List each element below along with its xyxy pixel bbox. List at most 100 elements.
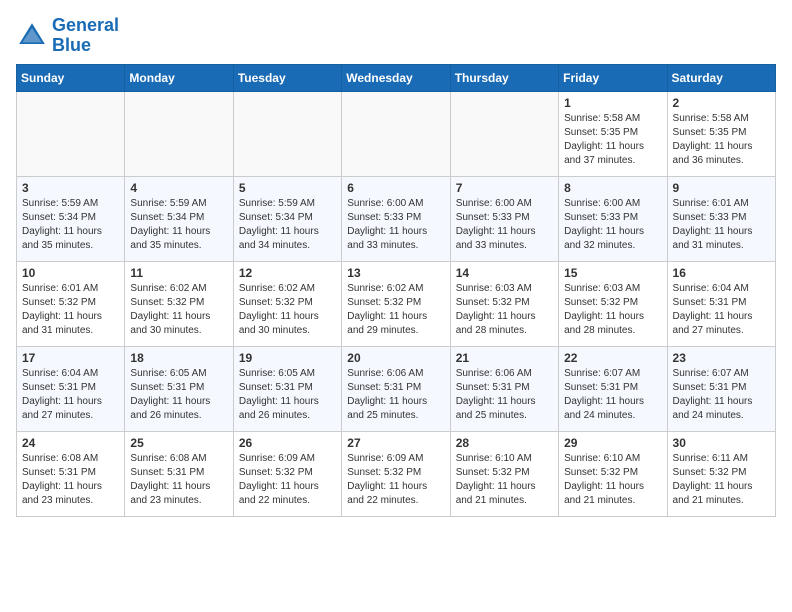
calendar-cell: 16 Sunrise: 6:04 AM Sunset: 5:31 PM Dayli… <box>667 261 775 346</box>
weekday-header: Saturday <box>667 64 775 91</box>
calendar-cell: 1 Sunrise: 5:58 AM Sunset: 5:35 PM Daylig… <box>559 91 667 176</box>
day-number: 6 <box>347 181 444 195</box>
day-number: 28 <box>456 436 553 450</box>
day-number: 26 <box>239 436 336 450</box>
day-info: Sunrise: 5:59 AM Sunset: 5:34 PM Dayligh… <box>239 197 336 253</box>
calendar-cell: 12Sunrise: 6:02 AM Sunset: 5:32 PM Dayli… <box>233 261 341 346</box>
day-info: Sunrise: 6:02 AM Sunset: 5:32 PM Dayligh… <box>130 282 227 338</box>
day-info: Sunrise: 5:59 AM Sunset: 5:34 PM Dayligh… <box>130 197 227 253</box>
day-info: Sunrise: 6:07 AM Sunset: 5:31 PM Dayligh… <box>564 367 661 423</box>
day-number: 27 <box>347 436 444 450</box>
day-number: 14 <box>456 266 553 280</box>
day-info: Sunrise: 6:10 AM Sunset: 5:32 PM Dayligh… <box>564 452 661 508</box>
calendar-cell: 19 Sunrise: 6:05 AM Sunset: 5:31 PM Dayli… <box>233 346 341 431</box>
day-number: 23 <box>673 351 770 365</box>
day-number: 22 <box>564 351 661 365</box>
day-number: 16 <box>673 266 770 280</box>
calendar-cell: 27 Sunrise: 6:09 AM Sunset: 5:32 PM Dayli… <box>342 431 450 516</box>
calendar-cell: 3 Sunrise: 5:59 AM Sunset: 5:34 PM Daylig… <box>17 176 125 261</box>
day-number: 1 <box>564 96 661 110</box>
calendar-cell <box>233 91 341 176</box>
day-number: 2 <box>673 96 770 110</box>
day-info: Sunrise: 6:04 AM Sunset: 5:31 PM Dayligh… <box>22 367 119 423</box>
day-info: Sunrise: 6:02 AM Sunset: 5:32 PM Dayligh… <box>347 282 444 338</box>
day-number: 17 <box>22 351 119 365</box>
day-number: 3 <box>22 181 119 195</box>
calendar-cell <box>125 91 233 176</box>
day-number: 4 <box>130 181 227 195</box>
day-info: Sunrise: 6:00 AM Sunset: 5:33 PM Dayligh… <box>564 197 661 253</box>
day-info: Sunrise: 6:01 AM Sunset: 5:32 PM Dayligh… <box>22 282 119 338</box>
day-number: 25 <box>130 436 227 450</box>
logo: General Blue <box>16 16 119 56</box>
day-info: Sunrise: 6:06 AM Sunset: 5:31 PM Dayligh… <box>456 367 553 423</box>
day-info: Sunrise: 6:11 AM Sunset: 5:32 PM Dayligh… <box>673 452 770 508</box>
logo-icon <box>16 20 48 52</box>
day-info: Sunrise: 6:00 AM Sunset: 5:33 PM Dayligh… <box>456 197 553 253</box>
day-number: 18 <box>130 351 227 365</box>
day-number: 13 <box>347 266 444 280</box>
calendar-table: SundayMondayTuesdayWednesdayThursdayFrid… <box>16 64 776 517</box>
day-info: Sunrise: 6:04 AM Sunset: 5:31 PM Dayligh… <box>673 282 770 338</box>
calendar-cell: 8 Sunrise: 6:00 AM Sunset: 5:33 PM Daylig… <box>559 176 667 261</box>
calendar-cell: 14 Sunrise: 6:03 AM Sunset: 5:32 PM Dayli… <box>450 261 558 346</box>
day-info: Sunrise: 5:58 AM Sunset: 5:35 PM Dayligh… <box>673 112 770 168</box>
day-info: Sunrise: 6:05 AM Sunset: 5:31 PM Dayligh… <box>239 367 336 423</box>
day-number: 9 <box>673 181 770 195</box>
day-info: Sunrise: 6:03 AM Sunset: 5:32 PM Dayligh… <box>564 282 661 338</box>
day-number: 7 <box>456 181 553 195</box>
calendar-cell: 23 Sunrise: 6:07 AM Sunset: 5:31 PM Dayli… <box>667 346 775 431</box>
day-info: Sunrise: 6:00 AM Sunset: 5:33 PM Dayligh… <box>347 197 444 253</box>
day-info: Sunrise: 6:10 AM Sunset: 5:32 PM Dayligh… <box>456 452 553 508</box>
day-info: Sunrise: 6:09 AM Sunset: 5:32 PM Dayligh… <box>347 452 444 508</box>
weekday-header: Friday <box>559 64 667 91</box>
day-number: 8 <box>564 181 661 195</box>
calendar-cell: 6 Sunrise: 6:00 AM Sunset: 5:33 PM Daylig… <box>342 176 450 261</box>
calendar-cell: 21 Sunrise: 6:06 AM Sunset: 5:31 PM Dayli… <box>450 346 558 431</box>
calendar-cell: 24Sunrise: 6:08 AM Sunset: 5:31 PM Dayli… <box>17 431 125 516</box>
day-number: 20 <box>347 351 444 365</box>
calendar-cell: 4 Sunrise: 5:59 AM Sunset: 5:34 PM Daylig… <box>125 176 233 261</box>
day-info: Sunrise: 6:08 AM Sunset: 5:31 PM Dayligh… <box>130 452 227 508</box>
calendar-cell <box>342 91 450 176</box>
day-info: Sunrise: 6:01 AM Sunset: 5:33 PM Dayligh… <box>673 197 770 253</box>
calendar-cell: 28 Sunrise: 6:10 AM Sunset: 5:32 PM Dayli… <box>450 431 558 516</box>
day-number: 11 <box>130 266 227 280</box>
calendar-cell: 7 Sunrise: 6:00 AM Sunset: 5:33 PM Daylig… <box>450 176 558 261</box>
weekday-header: Tuesday <box>233 64 341 91</box>
day-number: 19 <box>239 351 336 365</box>
day-number: 21 <box>456 351 553 365</box>
page-header: General Blue <box>16 16 776 56</box>
day-number: 12 <box>239 266 336 280</box>
weekday-header: Monday <box>125 64 233 91</box>
calendar-header-row: SundayMondayTuesdayWednesdayThursdayFrid… <box>17 64 776 91</box>
calendar-cell: 30 Sunrise: 6:11 AM Sunset: 5:32 PM Dayli… <box>667 431 775 516</box>
calendar-cell: 17 Sunrise: 6:04 AM Sunset: 5:31 PM Dayli… <box>17 346 125 431</box>
calendar-cell: 18Sunrise: 6:05 AM Sunset: 5:31 PM Dayli… <box>125 346 233 431</box>
day-info: Sunrise: 5:58 AM Sunset: 5:35 PM Dayligh… <box>564 112 661 168</box>
calendar-cell: 29 Sunrise: 6:10 AM Sunset: 5:32 PM Dayli… <box>559 431 667 516</box>
calendar-cell <box>450 91 558 176</box>
calendar-cell: 25 Sunrise: 6:08 AM Sunset: 5:31 PM Dayli… <box>125 431 233 516</box>
day-number: 29 <box>564 436 661 450</box>
calendar-cell: 11 Sunrise: 6:02 AM Sunset: 5:32 PM Dayli… <box>125 261 233 346</box>
day-number: 15 <box>564 266 661 280</box>
logo-text: General Blue <box>52 16 119 56</box>
calendar-cell: 26 Sunrise: 6:09 AM Sunset: 5:32 PM Dayli… <box>233 431 341 516</box>
day-info: Sunrise: 6:06 AM Sunset: 5:31 PM Dayligh… <box>347 367 444 423</box>
calendar-cell: 20 Sunrise: 6:06 AM Sunset: 5:31 PM Dayli… <box>342 346 450 431</box>
day-info: Sunrise: 6:03 AM Sunset: 5:32 PM Dayligh… <box>456 282 553 338</box>
calendar-cell: 22 Sunrise: 6:07 AM Sunset: 5:31 PM Dayli… <box>559 346 667 431</box>
calendar-cell: 10 Sunrise: 6:01 AM Sunset: 5:32 PM Dayli… <box>17 261 125 346</box>
calendar-cell: 15 Sunrise: 6:03 AM Sunset: 5:32 PM Dayli… <box>559 261 667 346</box>
calendar-cell: 13 Sunrise: 6:02 AM Sunset: 5:32 PM Dayli… <box>342 261 450 346</box>
day-info: Sunrise: 6:09 AM Sunset: 5:32 PM Dayligh… <box>239 452 336 508</box>
day-number: 10 <box>22 266 119 280</box>
weekday-header: Sunday <box>17 64 125 91</box>
calendar-cell: 9 Sunrise: 6:01 AM Sunset: 5:33 PM Daylig… <box>667 176 775 261</box>
day-info: Sunrise: 6:07 AM Sunset: 5:31 PM Dayligh… <box>673 367 770 423</box>
day-number: 30 <box>673 436 770 450</box>
calendar-cell <box>17 91 125 176</box>
day-info: Sunrise: 5:59 AM Sunset: 5:34 PM Dayligh… <box>22 197 119 253</box>
day-number: 5 <box>239 181 336 195</box>
